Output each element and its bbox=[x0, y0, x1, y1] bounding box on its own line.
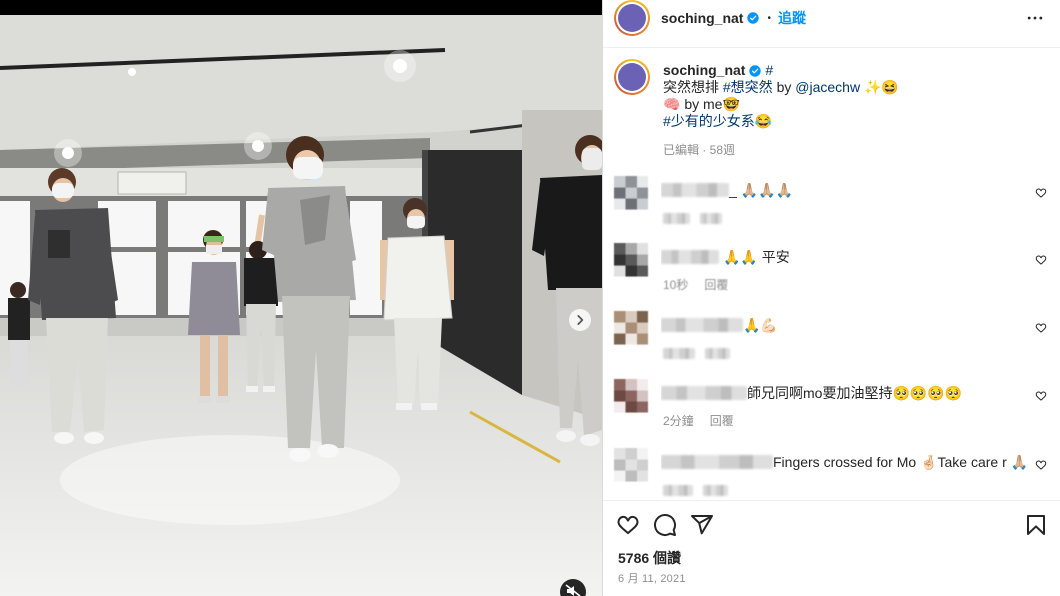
caption-line: #少有的少女系😂 bbox=[663, 113, 1043, 130]
comment-like-heart-icon[interactable] bbox=[1035, 187, 1047, 199]
caption-hashtag[interactable]: #想突然 bbox=[723, 79, 773, 95]
comment-time: 10秒 bbox=[663, 278, 689, 292]
commenter-avatar[interactable] bbox=[614, 243, 648, 277]
floor-reflection bbox=[60, 435, 400, 525]
caption-avatar[interactable] bbox=[614, 59, 650, 95]
caption-tag[interactable]: # bbox=[765, 62, 773, 78]
avatar-image bbox=[618, 4, 646, 32]
commenter-avatar[interactable] bbox=[614, 379, 648, 413]
caption-text: 😂 bbox=[754, 113, 773, 129]
commenter-username-blurred[interactable] bbox=[661, 250, 719, 264]
comment-like-heart-icon[interactable] bbox=[1035, 459, 1047, 471]
post-panel: soching_nat • 追蹤 soching_nat # 突然想排 #想突然… bbox=[602, 0, 1060, 596]
caption-line: 🧠 by me🤓 bbox=[663, 96, 1043, 113]
comment-meta: 2分鐘 回覆 bbox=[663, 412, 734, 430]
actions-divider bbox=[603, 500, 1060, 501]
video-letterbox bbox=[0, 0, 602, 15]
follow-button[interactable]: 追蹤 bbox=[778, 8, 806, 28]
avatar-image bbox=[618, 63, 646, 91]
header-separator: • bbox=[767, 12, 771, 24]
comment-text: _ 🙏🏼🙏🏼🙏🏼 bbox=[729, 182, 793, 198]
next-media-button[interactable] bbox=[569, 309, 591, 331]
caption-mention[interactable]: @jacechw bbox=[795, 79, 860, 95]
reply-button[interactable]: 回覆 bbox=[704, 278, 728, 292]
comments-list[interactable]: _ 🙏🏼🙏🏼🙏🏼 🙏🙏 平安 10秒 回覆 🙏💪🏻 師兄同啊mo要加油堅持🥺🥺🥺🥺… bbox=[603, 172, 1060, 500]
more-options-button[interactable] bbox=[1025, 8, 1045, 28]
commenter-avatar[interactable] bbox=[614, 176, 648, 210]
comment-body: _ 🙏🏼🙏🏼🙏🏼 bbox=[661, 181, 793, 199]
verified-badge-icon bbox=[749, 65, 762, 77]
reply-button-blurred[interactable] bbox=[705, 348, 730, 359]
like-count[interactable]: 5786 個讚 bbox=[618, 549, 681, 567]
post-video-frame[interactable] bbox=[0, 0, 602, 596]
caption-hashtag[interactable]: #少有的少女系 bbox=[663, 113, 755, 129]
chevron-right-icon bbox=[577, 315, 584, 325]
verified-badge-icon bbox=[747, 12, 760, 24]
post-date[interactable]: 6 月 11, 2021 bbox=[618, 572, 686, 586]
comment-time-blurred bbox=[663, 213, 690, 224]
comment-item: Fingers crossed for Mo 🤞🏻Take care r 🙏🏼 bbox=[603, 448, 1060, 500]
heart-outline-icon[interactable] bbox=[616, 513, 640, 537]
caption-author-row: soching_nat # bbox=[663, 62, 1043, 79]
comment-time-blurred bbox=[663, 485, 693, 496]
caption-text: ✨😆 bbox=[860, 79, 899, 95]
paper-plane-icon[interactable] bbox=[690, 513, 714, 537]
comment-item: 🙏💪🏻 bbox=[603, 311, 1060, 379]
comment-time: 2分鐘 bbox=[663, 414, 694, 428]
caption-text: by bbox=[772, 79, 796, 95]
commenter-avatar[interactable] bbox=[614, 448, 648, 482]
bookmark-icon[interactable] bbox=[1024, 513, 1048, 537]
caption-meta: 已編輯 · 58週 bbox=[663, 143, 736, 157]
caption-text: 突然想排 bbox=[663, 79, 723, 95]
comment-body: 🙏🙏 平安 bbox=[661, 248, 790, 266]
mute-toggle-button[interactable] bbox=[560, 579, 586, 596]
comment-text: 師兄同啊mo要加油堅持🥺🥺🥺🥺 bbox=[747, 385, 963, 401]
comment-text: 🙏💪🏻 bbox=[743, 317, 778, 333]
speaker-muted-icon bbox=[560, 579, 586, 596]
comment-like-heart-icon[interactable] bbox=[1035, 254, 1047, 266]
comment-item: 師兄同啊mo要加油堅持🥺🥺🥺🥺 2分鐘 回覆 bbox=[603, 379, 1060, 447]
commenter-username-blurred[interactable] bbox=[661, 318, 743, 332]
header-divider bbox=[603, 47, 1060, 48]
post-header: soching_nat • 追蹤 bbox=[661, 9, 806, 27]
comment-time-blurred bbox=[663, 348, 695, 359]
comment-text: 🙏🙏 平安 bbox=[723, 249, 790, 265]
comment-text: Fingers crossed for Mo 🤞🏻Take care r 🙏🏼 bbox=[773, 454, 1029, 470]
comment-like-heart-icon[interactable] bbox=[1035, 322, 1047, 334]
comment-body: 師兄同啊mo要加油堅持🥺🥺🥺🥺 bbox=[661, 384, 962, 402]
comment-item: 🙏🙏 平安 10秒 回覆 bbox=[603, 243, 1060, 311]
commenter-username-blurred[interactable] bbox=[661, 183, 729, 197]
commenter-avatar[interactable] bbox=[614, 311, 648, 345]
comment-bubble-icon[interactable] bbox=[653, 513, 677, 537]
reply-button-blurred[interactable] bbox=[700, 213, 722, 224]
post-media[interactable] bbox=[0, 0, 602, 596]
caption-text: 🧠 by me🤓 bbox=[663, 96, 740, 112]
air-conditioner bbox=[117, 171, 187, 195]
more-horizontal-icon bbox=[1027, 16, 1043, 20]
reply-button[interactable]: 回覆 bbox=[710, 414, 734, 428]
post-caption: soching_nat # 突然想排 #想突然 by @jacechw ✨😆 🧠… bbox=[663, 62, 1043, 130]
reply-button-blurred[interactable] bbox=[703, 485, 728, 496]
comment-like-heart-icon[interactable] bbox=[1035, 390, 1047, 402]
caption-line: 突然想排 #想突然 by @jacechw ✨😆 bbox=[663, 79, 1043, 96]
author-username[interactable]: soching_nat bbox=[661, 10, 743, 26]
comment-meta bbox=[663, 344, 740, 362]
comment-item: _ 🙏🏼🙏🏼🙏🏼 bbox=[603, 176, 1060, 244]
comment-meta: 10秒 回覆 bbox=[663, 276, 744, 294]
commenter-username-blurred[interactable] bbox=[661, 455, 773, 469]
comment-body: 🙏💪🏻 bbox=[661, 316, 778, 334]
caption-username[interactable]: soching_nat bbox=[663, 62, 745, 78]
comment-meta bbox=[663, 209, 732, 227]
comment-body: Fingers crossed for Mo 🤞🏻Take care r 🙏🏼 bbox=[661, 453, 1028, 471]
comment-meta bbox=[663, 481, 738, 499]
author-avatar[interactable] bbox=[614, 0, 650, 36]
commenter-username-blurred[interactable] bbox=[661, 386, 747, 400]
